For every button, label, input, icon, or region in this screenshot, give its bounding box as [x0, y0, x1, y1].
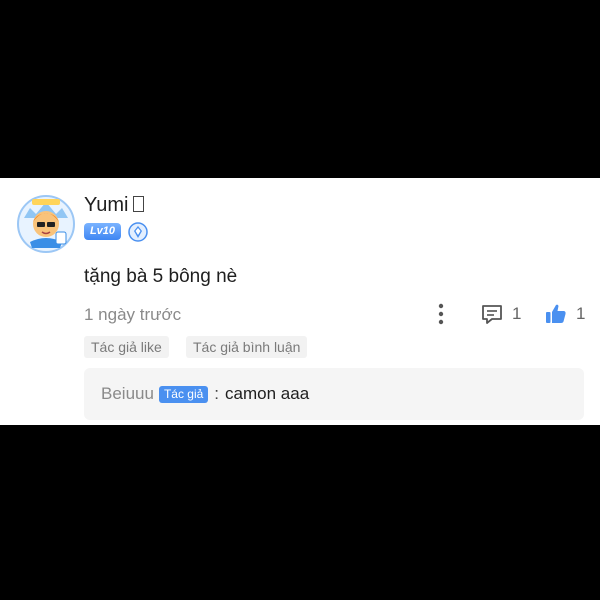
- tag-author-liked: Tác giả like: [84, 336, 169, 358]
- like-button[interactable]: 1: [544, 301, 585, 327]
- username-text: Yumi: [84, 194, 129, 216]
- timestamp: 1 ngày trước: [84, 305, 182, 324]
- shield-verify-icon: [128, 222, 148, 242]
- reply-author[interactable]: Beiuuu: [101, 384, 154, 404]
- avatar-icon: [17, 195, 75, 253]
- missing-glyph-icon: [133, 196, 145, 212]
- reply-text: camon aaa: [225, 384, 310, 403]
- comment-icon: [482, 305, 502, 324]
- like-count: 1: [576, 304, 586, 323]
- reply-box[interactable]: Beiuuu Tác giả : camon aaa: [84, 368, 584, 420]
- username[interactable]: Yumi: [84, 194, 145, 217]
- level-badge: Lv10: [84, 223, 121, 240]
- author-badge: Tác giả: [158, 385, 209, 403]
- comment-text: tặng bà 5 bông nè: [84, 266, 238, 287]
- more-vertical-icon[interactable]: [432, 302, 450, 326]
- comment-card: Yumi Lv10 tặng bà 5 bông nè 1 ngày trước…: [0, 178, 600, 425]
- reply-button[interactable]: 1: [480, 301, 521, 327]
- tag-author-commented: Tác giả bình luận: [186, 336, 308, 358]
- reply-separator: :: [214, 384, 220, 403]
- reply-count: 1: [512, 304, 522, 323]
- reply-line: Beiuuu Tác giả : camon aaa: [101, 384, 309, 404]
- thumbs-up-icon: [546, 304, 566, 323]
- avatar[interactable]: [16, 194, 76, 254]
